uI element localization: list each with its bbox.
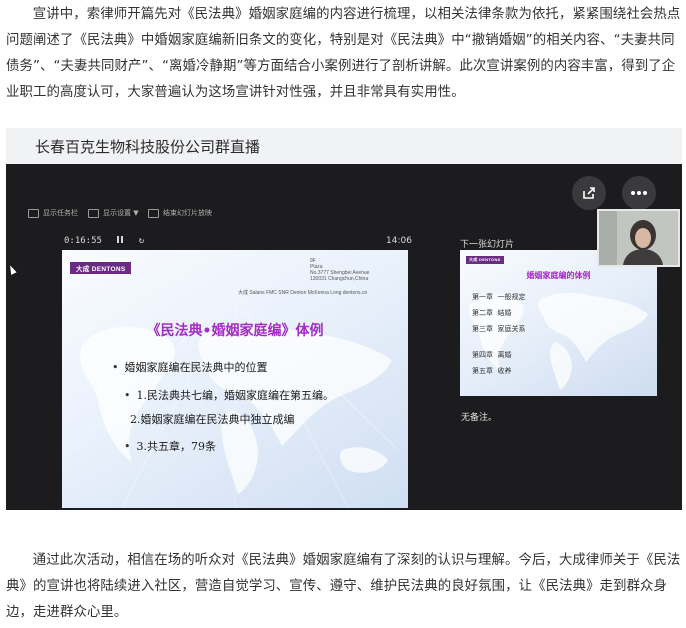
mouse-cursor-icon: [7, 264, 17, 275]
more-icon[interactable]: [622, 176, 656, 210]
live-stream-video[interactable]: 显示任务栏 显示设置 ▼ 结束幻灯片放映 0:16:55 ↻ 14:06 大成: [6, 164, 682, 510]
live-stream-title: 长春百克生物科技股份公司群直播: [35, 138, 261, 156]
next-slide-title: 婚姻家庭编的体例: [526, 270, 591, 280]
world-map-background: [71, 289, 399, 508]
slide-bullet: 3.共五章，79条: [124, 438, 217, 454]
show-taskbar-button[interactable]: 显示任务栏: [28, 208, 78, 218]
slide-bullet: 2.婚姻家庭编在民法典中独立成编: [130, 413, 295, 426]
chapter-item: 第一章 一般规定: [472, 293, 526, 301]
presenter-webcam[interactable]: [597, 209, 680, 267]
slide-bullet: 1.民法典共七编，婚姻家庭编在第五编。: [124, 387, 335, 403]
slide-title: 《民法典•婚姻家庭编》体例: [146, 323, 324, 339]
speaker-notes: 无备注。: [461, 413, 498, 423]
presentation-timer: 0:16:55 ↻: [64, 236, 144, 246]
presenter-toolbar: 显示任务栏 显示设置 ▼ 结束幻灯片放映: [6, 202, 596, 224]
dentons-logo: 大成 DENTONS: [466, 256, 504, 264]
display-settings-button[interactable]: 显示设置 ▼: [88, 208, 139, 218]
presenter-avatar: [599, 211, 678, 265]
pause-icon[interactable]: [115, 236, 124, 246]
chapter-item: 第四章 离婚: [472, 351, 512, 359]
slide-bullet: 婚姻家庭编在民法典中的位置: [112, 359, 268, 375]
next-slide-preview[interactable]: 大成 DENTONS 婚姻家庭编的体例 第一章 一般规定 第二章 结婚 第三章 …: [460, 250, 657, 396]
reset-icon[interactable]: ↻: [139, 236, 144, 246]
end-slideshow-icon: [148, 208, 159, 218]
chapter-item: 第五章 收养: [472, 367, 512, 375]
live-stream-header: 长春百克生物科技股份公司群直播: [6, 128, 682, 164]
clock: 14:06: [386, 236, 412, 246]
next-slide-label: 下一张幻灯片: [460, 240, 515, 250]
end-slideshow-button[interactable]: 结束幻灯片放映: [148, 208, 212, 218]
display-icon: [88, 208, 99, 218]
chapter-item: 第三章 家庭关系: [472, 325, 526, 333]
dentons-logo: 大成 DENTONS: [70, 262, 132, 274]
current-slide: 大成 DENTONS 9F Plaza No.3777 Shengbei Ave…: [62, 250, 408, 508]
article-paragraph: 宣讲中，索律师开篇先对《民法典》婚姻家庭编的内容进行梳理，以相关法律条款为依托，…: [6, 7, 681, 100]
article-paragraph: 通过此次活动，相信在场的听众对《民法典》婚姻家庭编有了深刻的认识与理解。今后，大…: [6, 553, 681, 620]
taskbar-icon: [28, 208, 39, 218]
chapter-item: 第二章 结婚: [472, 309, 512, 317]
firm-line: 大成 Salans FMC SNR Denton McKenna Long de…: [238, 290, 368, 296]
office-address: 9F Plaza No.3777 Shengbei Avenue 130031 …: [310, 258, 370, 282]
timer-value: 0:16:55: [64, 236, 102, 246]
